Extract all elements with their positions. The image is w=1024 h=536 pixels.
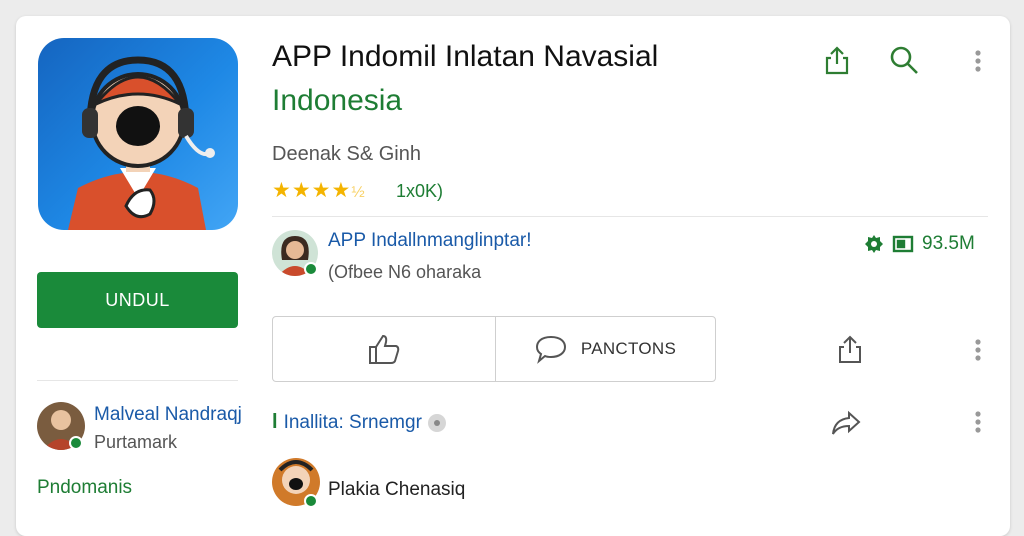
- more-vert-icon[interactable]: [964, 44, 992, 78]
- share-icon-secondary[interactable]: [832, 330, 868, 368]
- publisher-subtitle: (Ofbee N6 oharaka: [328, 262, 482, 282]
- bottom-person-name[interactable]: Plakia Chenasiq: [328, 479, 465, 501]
- review-count: 1x0K): [396, 181, 444, 201]
- thread-marker-icon: l: [272, 411, 278, 433]
- rating-stars: ★★★★½: [272, 178, 366, 203]
- comment-button[interactable]: PANCTONS: [496, 317, 715, 381]
- action-bar: PANCTONS: [272, 316, 716, 382]
- sidebar-section-label[interactable]: Pndomanis: [37, 477, 132, 499]
- publisher-name[interactable]: APP Indallnmanglinptar!: [328, 230, 532, 252]
- sidebar-person-name[interactable]: Malveal Nandraqj: [94, 404, 242, 426]
- search-icon[interactable]: [884, 40, 924, 80]
- settings-icon: [864, 234, 884, 254]
- header-divider: [272, 216, 988, 217]
- share-icon[interactable]: [818, 40, 856, 80]
- bottom-person-avatar: [272, 458, 320, 508]
- app-size: 93.5M: [922, 233, 975, 254]
- more-vert-icon-thread[interactable]: [964, 406, 992, 438]
- storage-icon: [892, 235, 914, 253]
- thread-label: Inallita: Srnemgr: [283, 411, 422, 433]
- app-icon: [38, 38, 238, 230]
- developer-name[interactable]: Deenak S& Ginh: [272, 143, 421, 166]
- publisher-verified-dot: [304, 262, 318, 276]
- forward-icon[interactable]: [828, 406, 864, 440]
- install-button[interactable]: UNDUL: [37, 272, 238, 328]
- thumbs-up-icon: [369, 334, 400, 364]
- sidebar-person-avatar: [37, 402, 85, 450]
- bottom-person-status-dot: [304, 494, 318, 508]
- sidebar-person-subtitle: Purtamark: [94, 432, 178, 452]
- app-title: APP Indomil Inlatan Navasial: [272, 40, 659, 73]
- more-vert-icon-secondary[interactable]: [964, 334, 992, 366]
- sidebar-divider: [37, 380, 238, 381]
- comment-icon: [535, 335, 566, 364]
- app-subtitle: Indonesia: [272, 84, 403, 117]
- rating-star-half: ½: [351, 184, 366, 201]
- publisher-avatar: [272, 230, 318, 276]
- info-badge-icon: [427, 413, 446, 432]
- comment-button-label: PANCTONS: [580, 339, 677, 358]
- rating-stars-full: ★★★★: [272, 179, 352, 202]
- online-status-dot: [69, 436, 83, 450]
- thread-label-row[interactable]: l Inallita: Srnemgr: [272, 411, 446, 434]
- like-button[interactable]: [273, 317, 496, 381]
